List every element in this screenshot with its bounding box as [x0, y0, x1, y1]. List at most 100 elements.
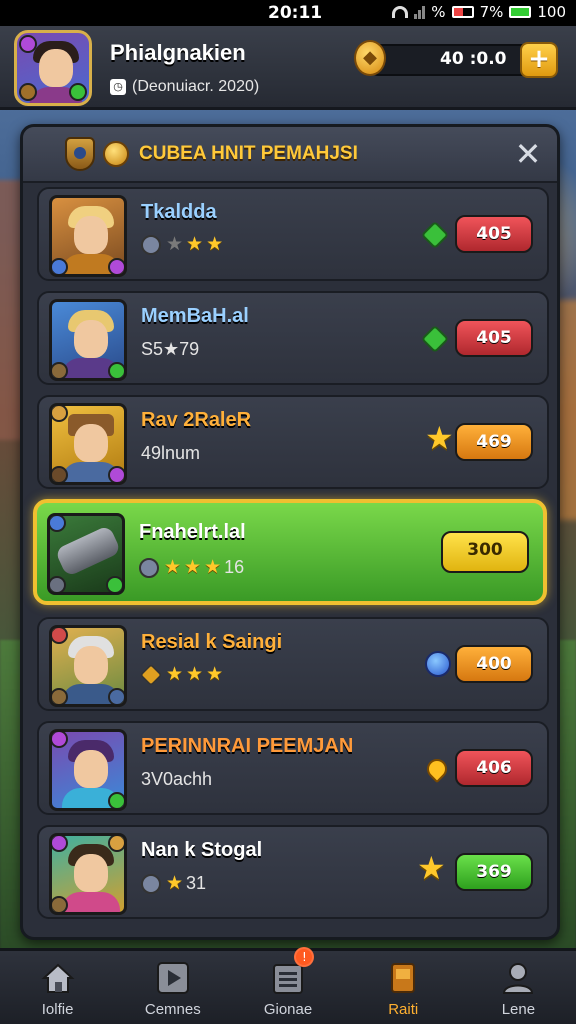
rank-icon [141, 873, 161, 894]
shield-icon [65, 137, 95, 171]
wifi-icon [392, 6, 409, 18]
price-button[interactable]: 405 [455, 319, 533, 357]
nav-label: Lene [501, 1001, 536, 1018]
nav-item-list[interactable]: ! Gionae [230, 947, 345, 1024]
player-avatar[interactable] [14, 30, 92, 106]
star-icon: ★ [206, 664, 224, 685]
player-name: Phialgnakien [110, 40, 246, 65]
element-icon [108, 258, 124, 274]
profile-header: Phialgnakien ◷ (Deonuiacr. 2020) ◆ 40 :0… [0, 26, 576, 110]
hero-portrait [47, 513, 125, 595]
coin-icon [103, 141, 129, 167]
add-currency-button[interactable]: + [520, 42, 558, 78]
star-icon: ★ [204, 556, 222, 578]
hero-portrait [49, 729, 127, 811]
hero-card[interactable]: MemBaH.al S5★79 405 [37, 291, 549, 385]
class-icon [52, 732, 68, 748]
rank-icon [139, 663, 163, 687]
player-subtitle: ◷ (Deonuiacr. 2020) [110, 78, 259, 96]
user-icon [503, 963, 534, 994]
nav-label: Raiti [388, 1001, 419, 1018]
home-icon [41, 963, 75, 993]
hero-shop-panel: CUBEA HNIT PEMAHJSI ✕ Tkaldda ★ ★ ★ 405 [20, 124, 560, 940]
player-subtitle-text: (Deonuiacr. 2020) [132, 78, 260, 95]
hero-name: Resial k Saingi [141, 631, 283, 653]
hero-rating-text: 49lnum [141, 443, 201, 463]
panel-header: CUBEA HNIT PEMAHJSI ✕ [23, 127, 557, 183]
level-icon [52, 466, 68, 482]
notification-badge: ! [294, 947, 315, 967]
nav-label: Iolfie [41, 1001, 74, 1018]
rank-icon [139, 557, 159, 578]
hero-rating-text: S5★79 [141, 339, 200, 359]
price-button[interactable]: 406 [455, 749, 533, 787]
level-icon [52, 896, 68, 912]
play-icon [156, 962, 189, 994]
level-icon [52, 688, 68, 704]
element-icon [108, 792, 124, 808]
battery-icon [509, 6, 532, 18]
nav-item-profile[interactable]: Lene [461, 951, 576, 1024]
status-percent-sign: % [431, 3, 446, 21]
hero-card[interactable]: Resial k Saingi ★ ★ ★ 400 [37, 617, 549, 711]
element-icon [106, 576, 122, 592]
gem-icon [420, 220, 450, 250]
hero-card[interactable]: PERINNRAI PEEMJAN 3V0achh 406 [37, 721, 549, 815]
hero-card[interactable]: Nan k Stogal ★ 31 ★ 369 [37, 825, 549, 919]
status-battery-pct: 7% [479, 3, 504, 21]
hero-name: Tkaldda [141, 201, 217, 223]
hero-portrait [49, 833, 127, 915]
price-button[interactable]: 369 [455, 853, 533, 891]
star-icon: ★ [166, 234, 184, 255]
gem-icon [19, 35, 37, 53]
hero-rating: ★ 31 [141, 873, 206, 894]
hero-name: Nan k Stogal [141, 839, 263, 861]
nav-item-games[interactable]: Cemnes [115, 951, 230, 1024]
nav-item-home[interactable]: Iolfie [0, 951, 115, 1024]
status-battery-number: 100 [537, 3, 566, 21]
gold-coin-icon: ◆ [354, 40, 386, 76]
close-button[interactable]: ✕ [511, 137, 545, 171]
hero-card[interactable]: Tkaldda ★ ★ ★ 405 [37, 187, 549, 281]
rank-icon [141, 235, 161, 255]
hero-rating: ★ ★ ★ 16 [139, 557, 244, 578]
price-button[interactable]: 405 [455, 215, 533, 253]
hero-rating: ★ ★ ★ [141, 235, 223, 255]
status-bar: 20:11 % 7% 100 [0, 0, 576, 26]
gold-icon [422, 754, 452, 784]
currency-display: ◆ 40 :0.0 + [354, 40, 560, 80]
star-icon: ★ [186, 664, 204, 685]
star-icon: ★ [166, 664, 184, 685]
class-icon [52, 628, 68, 644]
star-icon: ★ [206, 234, 224, 255]
price-button[interactable]: 300 [441, 531, 529, 573]
class-icon [52, 258, 68, 274]
star-icon: ★ [425, 419, 454, 457]
panel-title: CUBEA HNIT PEMAHJSI [139, 143, 358, 164]
nav-label: Gionae [263, 1001, 313, 1018]
hero-rating-text: 3V0achh [141, 769, 213, 789]
book-icon [391, 963, 416, 993]
star-icon: ★ [184, 556, 202, 578]
element-icon [108, 688, 124, 704]
hero-rating: ★ ★ ★ [139, 663, 224, 687]
hero-card[interactable]: Rav 2RaleR 49lnum ★ 469 [37, 395, 549, 489]
price-button[interactable]: 400 [455, 645, 533, 683]
hero-rating-value: 16 [224, 557, 245, 577]
hero-portrait [49, 195, 127, 277]
star-icon: ★ [166, 872, 184, 894]
hero-card-selected[interactable]: Fnahelrt.lal ★ ★ ★ 16 300 [33, 499, 547, 605]
gem-icon [420, 324, 450, 354]
hero-portrait [49, 625, 127, 707]
nav-item-book[interactable]: Raiti [346, 951, 461, 1024]
level-icon [19, 83, 37, 101]
price-button[interactable]: 469 [455, 423, 533, 461]
element-icon [108, 466, 124, 482]
star-icon: ★ [417, 849, 446, 887]
class-icon [52, 406, 68, 422]
currency-amount: 40 :0.0 [440, 49, 507, 69]
hero-name: Fnahelrt.lal [139, 521, 246, 543]
star-icon: ★ [164, 556, 182, 578]
status-time: 20:11 [268, 3, 323, 23]
signal-icon [414, 5, 426, 19]
